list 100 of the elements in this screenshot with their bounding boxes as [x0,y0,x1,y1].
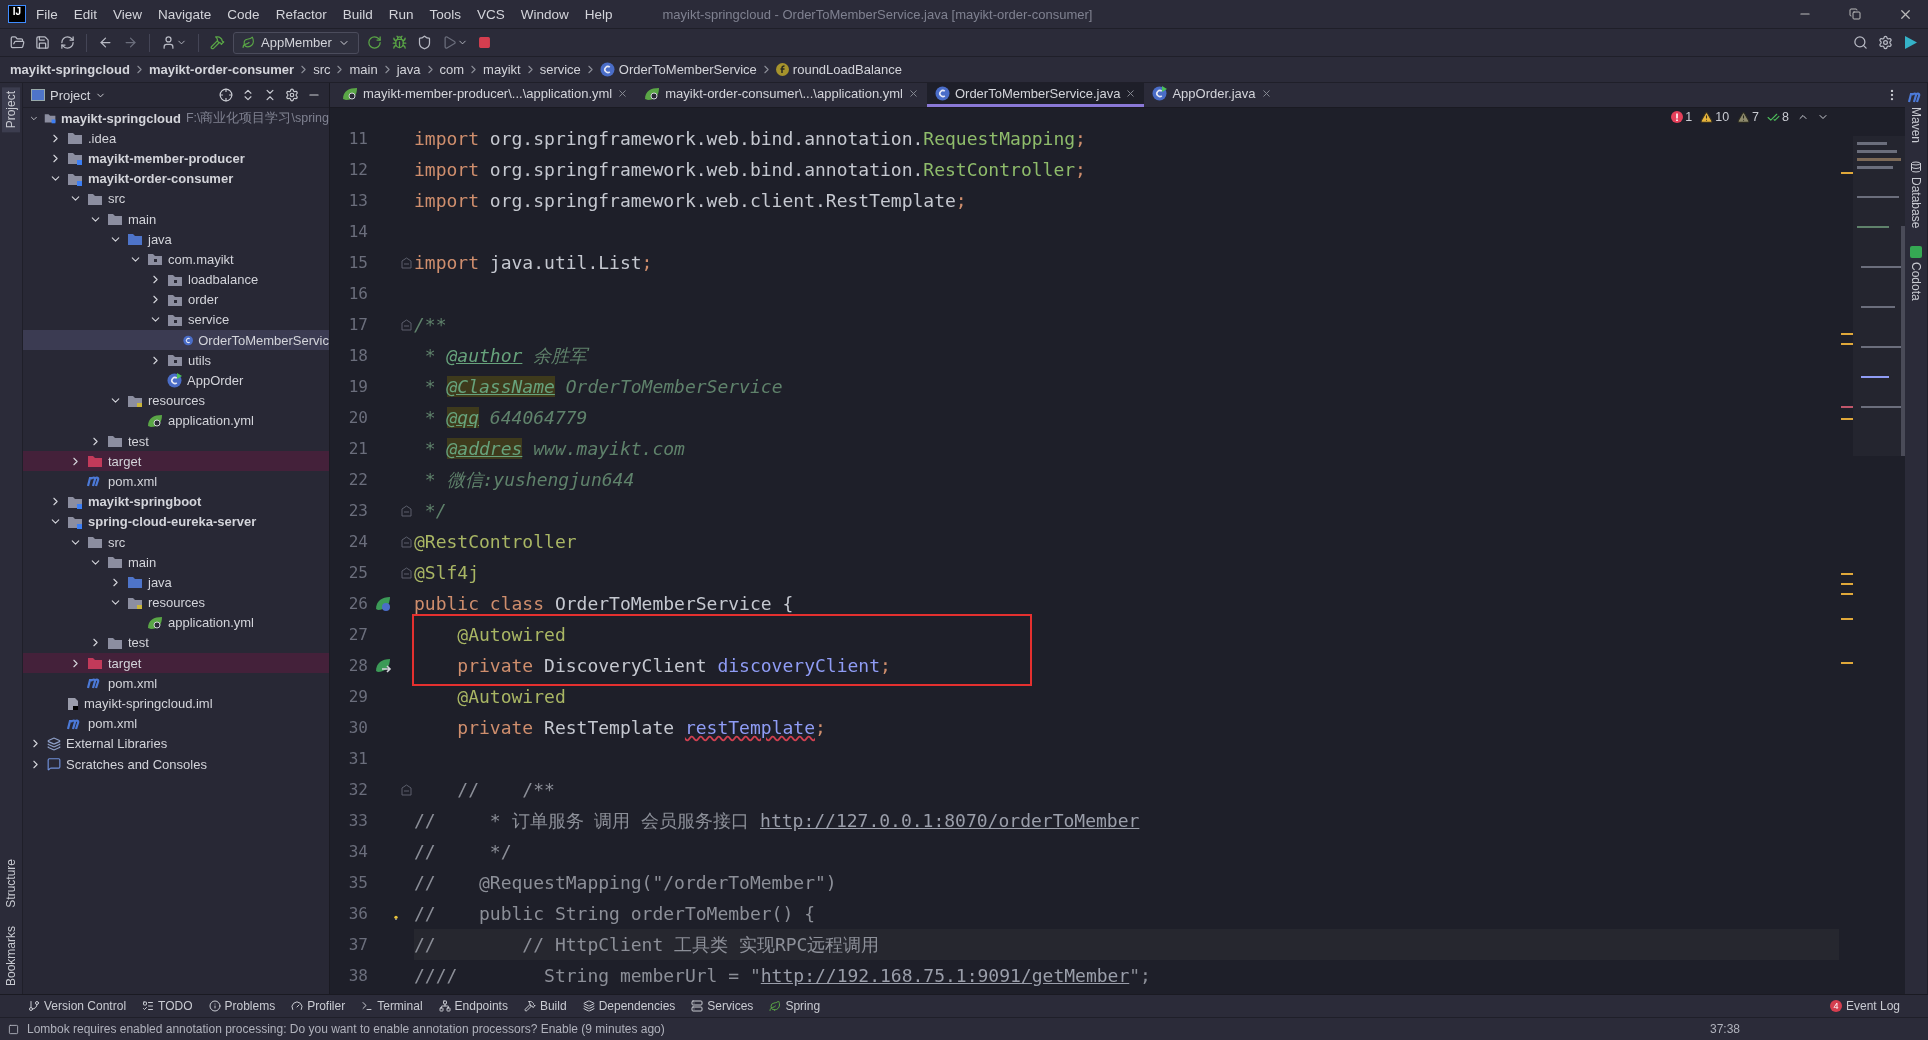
caret-position[interactable]: 37:38 [1709,1022,1740,1036]
tool-window-button[interactable]: Build [523,999,567,1013]
tool-window-button[interactable]: Problems [208,999,276,1013]
menu-item[interactable]: Build [336,3,379,25]
tool-window-tab[interactable]: Bookmarks [2,921,20,990]
fold-marker-icon[interactable] [400,535,412,548]
breadcrumb-item[interactable]: com [439,62,465,77]
editor-tab[interactable]: AppOrder.java [1144,83,1280,107]
menu-item[interactable]: Navigate [152,3,218,25]
tool-window-tab[interactable]: Maven [1906,87,1926,148]
bean-injection-icon[interactable] [374,656,392,675]
tree-item[interactable]: pom.xml [23,471,329,492]
tool-window-button[interactable]: Services [691,999,754,1013]
tool-window-tab[interactable]: Codota [1907,242,1925,306]
tree-item[interactable]: order [23,289,329,310]
tool-window-button[interactable]: Endpoints [438,999,508,1013]
fold-marker-icon[interactable] [400,566,412,579]
sync-button[interactable] [58,33,77,52]
breadcrumb-item[interactable]: main [349,62,378,77]
tree-item[interactable]: spring-cloud-eureka-server [23,511,329,532]
tool-window-button[interactable]: TODO [142,999,193,1013]
tree-item[interactable]: pom.xml [23,713,329,734]
tree-item[interactable]: service [23,309,329,331]
locate-icon[interactable] [219,88,233,102]
tree-item[interactable]: java [23,229,329,250]
tree-item[interactable]: mayikt-springcloud.iml [23,693,329,714]
inspection-count[interactable]: 1 [1671,110,1693,124]
project-view-dropdown[interactable]: Project [31,87,107,103]
tree-item[interactable]: .idea [23,128,329,149]
menu-item[interactable]: File [30,3,64,25]
tool-window-tab[interactable]: Project [2,87,20,133]
tree-item[interactable]: target [23,653,329,674]
tree-item[interactable]: OrderToMemberServic [23,330,329,351]
tree-item[interactable]: com.mayikt [23,249,329,270]
inspection-count[interactable]: 8 [1767,110,1789,124]
editor-tab[interactable]: OrderToMemberService.java [926,83,1145,107]
tree-item[interactable]: src [23,531,329,553]
menu-item[interactable]: VCS [471,3,511,25]
breadcrumb-item[interactable]: roundLoadBalance [775,62,902,77]
tree-item[interactable]: test [23,431,329,452]
tool-window-tab[interactable]: Structure [2,855,20,912]
inspection-count[interactable]: 7 [1737,110,1760,124]
tree-item[interactable]: test [23,632,329,654]
menu-item[interactable]: Refactor [269,3,333,25]
menu-item[interactable]: Window [514,3,575,25]
fold-marker-icon[interactable] [400,318,412,331]
tree-item[interactable]: loadbalance [23,269,329,290]
tree-item[interactable]: Scratches and Consoles [23,754,329,775]
menu-item[interactable]: Run [382,3,420,25]
settings-icon[interactable] [285,88,299,102]
breadcrumb-item[interactable]: mayikt [483,62,521,77]
menu-item[interactable]: Code [221,3,266,25]
tree-item[interactable]: src [23,188,329,209]
menu-item[interactable]: Tools [423,3,467,25]
save-button[interactable] [33,33,52,52]
tree-item[interactable]: application.yml [23,612,329,633]
breadcrumb-item[interactable]: service [539,62,581,77]
tree-item[interactable]: mayikt-member-producer [23,148,329,169]
breadcrumb-item[interactable]: src [313,62,331,77]
tool-window-button[interactable]: Profiler [291,999,346,1013]
tree-item[interactable]: main [23,552,329,573]
tool-window-button[interactable]: Dependencies [582,999,676,1013]
build-button[interactable] [208,33,227,52]
fold-marker-icon[interactable] [400,504,412,517]
close-icon[interactable] [1260,88,1272,99]
close-icon[interactable] [1125,88,1137,99]
tree-item[interactable]: java [23,572,329,593]
inspection-count[interactable]: 10 [1700,110,1730,124]
fold-marker-icon[interactable] [400,256,412,269]
editor-tab[interactable]: mayikt-order-consumer\...\application.yml [636,83,927,107]
event-log-button[interactable]: 4 Event Log [1829,999,1900,1013]
tool-window-button[interactable]: Terminal [361,999,423,1013]
menu-item[interactable]: Help [578,3,619,25]
tree-item[interactable]: target [23,451,329,472]
tool-window-button[interactable]: Spring [769,999,821,1013]
tool-window-button[interactable]: Version Control [28,999,127,1013]
tree-item[interactable]: resources [23,592,329,613]
collapse-all-icon[interactable] [263,88,277,102]
breadcrumb-item[interactable]: java [396,62,421,77]
run-configuration-dropdown[interactable]: AppMember [233,31,359,54]
breadcrumb-item[interactable]: OrderToMemberService [599,62,757,77]
breadcrumb-item[interactable]: mayikt-order-consumer [148,62,295,77]
close-icon[interactable] [617,88,629,99]
tree-item[interactable]: application.yml [23,410,329,431]
tool-window-tab[interactable]: Database [1907,157,1925,233]
breadcrumb-item[interactable]: mayikt-springcloud [10,62,130,77]
menu-item[interactable]: Edit [67,3,104,25]
editor-tab[interactable]: mayikt-member-producer\...\application.yml [334,83,637,107]
tree-item[interactable]: mayikt-springboot [23,491,329,512]
tree-item[interactable]: External Libraries [23,733,329,754]
tree-item[interactable]: mayikt-springcloud F:\商业化项目学习\spring [23,108,329,129]
bean-icon[interactable] [374,594,392,613]
tree-item[interactable]: pom.xml [23,673,329,694]
menu-item[interactable]: View [107,3,149,25]
tree-item[interactable]: mayikt-order-consumer [23,168,329,189]
settings-button[interactable] [1876,33,1895,52]
tree-item[interactable]: utils [23,350,329,371]
tree-item[interactable]: resources [23,390,329,411]
fold-marker-icon[interactable] [400,783,412,796]
search-button[interactable] [1851,33,1870,52]
